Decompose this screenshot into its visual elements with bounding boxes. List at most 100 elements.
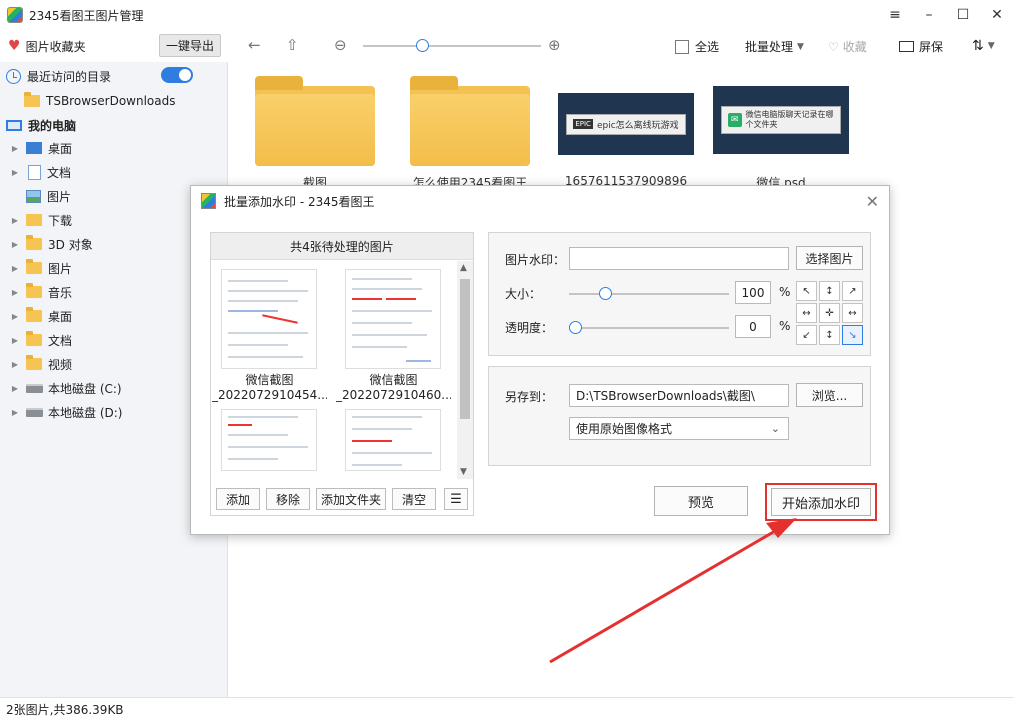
folder-icon <box>24 92 40 107</box>
app-logo-icon <box>7 7 23 23</box>
expand-arrow-icon[interactable]: ▶ <box>10 264 20 273</box>
menu-button[interactable]: ≡ <box>878 0 912 30</box>
sidebar-item-documents-2[interactable]: ▶ 文档 <box>10 329 72 351</box>
one-click-export-button[interactable]: 一键导出 <box>159 34 221 57</box>
file-list-scrollbar[interactable]: ▲ ▼ <box>457 261 473 479</box>
size-slider-track[interactable] <box>569 293 729 295</box>
browse-button[interactable]: 浏览... <box>796 383 863 407</box>
expand-arrow-icon[interactable]: ▶ <box>10 168 20 177</box>
sidebar-item-label: 本地磁盘 (C:) <box>48 381 122 396</box>
expand-arrow-icon[interactable]: ▶ <box>10 336 20 345</box>
expand-arrow-icon[interactable]: ▶ <box>10 240 20 249</box>
expand-arrow-icon[interactable]: ▶ <box>10 216 20 225</box>
sidebar-my-computer[interactable]: 我的电脑 <box>6 114 76 136</box>
sidebar-item-desktop[interactable]: ▶ 桌面 <box>10 137 72 159</box>
expand-arrow-icon[interactable]: ▶ <box>10 312 20 321</box>
sidebar-item-label: 图片 <box>48 261 73 276</box>
position-middle-right-icon[interactable]: ↔ <box>842 303 863 323</box>
format-dropdown[interactable]: 使用原始图像格式 ⌄ <box>569 417 789 440</box>
back-arrow-icon[interactable]: ← <box>248 36 261 54</box>
chevron-down-icon: ▼ <box>797 41 804 52</box>
batch-process-menu[interactable]: 批量处理 ▼ <box>745 38 804 55</box>
collect-button[interactable]: ♡ 收藏 <box>828 38 867 55</box>
favorites-button[interactable]: ♥ 图片收藏夹 <box>8 38 86 55</box>
sidebar-item-music[interactable]: ▶ 音乐 <box>10 281 72 303</box>
recent-toggle[interactable] <box>161 67 193 83</box>
file-thumbnail[interactable] <box>345 269 441 369</box>
preview-button[interactable]: 预览 <box>654 486 748 516</box>
size-value-input[interactable]: 100 <box>735 281 771 304</box>
image-thumbnail-content: EPIC epic怎么离线玩游戏 <box>566 113 686 135</box>
sidebar-item-pictures-2[interactable]: ▶ 图片 <box>10 257 72 279</box>
pc-label: 我的电脑 <box>28 118 77 133</box>
checkbox-box[interactable] <box>675 39 689 54</box>
download-icon <box>26 214 42 226</box>
position-top-center-icon[interactable]: ↕ <box>819 281 840 301</box>
zoom-out-icon[interactable]: ⊖ <box>334 36 347 54</box>
save-settings-panel: 另存到： D:\TSBrowserDownloads\截图\ 浏览... 使用原… <box>488 366 871 466</box>
up-folder-icon[interactable]: ⇧ <box>286 36 299 54</box>
expand-arrow-icon[interactable]: ▶ <box>10 360 20 369</box>
maximize-button[interactable]: ☐ <box>946 0 980 30</box>
position-top-right-icon[interactable]: ↗ <box>842 281 863 301</box>
opacity-slider-handle[interactable] <box>569 321 582 334</box>
sidebar-item-documents[interactable]: ▶ 文档 <box>10 161 71 183</box>
position-bottom-left-icon[interactable]: ↙ <box>796 325 817 345</box>
size-slider-handle[interactable] <box>599 287 612 300</box>
sidebar-item-label: TSBrowserDownloads <box>46 94 176 108</box>
list-view-icon[interactable]: ☰ <box>444 488 468 510</box>
status-bar: 2张图片,共386.39KB <box>0 697 1014 721</box>
position-center-icon[interactable]: ✛ <box>819 303 840 323</box>
file-caption-line2: _2022072910454... <box>212 388 327 402</box>
heart-outline-icon: ♡ <box>828 39 839 54</box>
position-bottom-right-icon[interactable]: ↘ <box>842 325 863 345</box>
start-watermark-button[interactable]: 开始添加水印 <box>771 488 871 516</box>
screensaver-button[interactable]: 屏保 <box>899 38 943 55</box>
add-button[interactable]: 添加 <box>216 488 260 510</box>
close-icon[interactable]: ✕ <box>866 192 879 211</box>
select-all-checkbox[interactable]: 全选 <box>675 38 719 55</box>
add-folder-button[interactable]: 添加文件夹 <box>316 488 386 510</box>
image-thumbnail: EPIC epic怎么离线玩游戏 <box>558 93 694 155</box>
opacity-value-input[interactable]: 0 <box>735 315 771 338</box>
expand-arrow-icon[interactable]: ▶ <box>10 384 20 393</box>
sidebar-item-pictures[interactable]: 图片 <box>10 185 71 207</box>
file-thumbnail[interactable] <box>221 409 317 471</box>
position-middle-left-icon[interactable]: ↔ <box>796 303 817 323</box>
sidebar-item-downloads[interactable]: ▶ 下载 <box>10 209 72 231</box>
sidebar-item-recent-0[interactable]: TSBrowserDownloads <box>24 90 175 112</box>
watermark-image-input[interactable] <box>569 247 789 270</box>
sidebar-item-3d[interactable]: ▶ 3D 对象 <box>10 233 93 255</box>
minimize-button[interactable]: – <box>912 0 946 30</box>
file-thumbnail[interactable] <box>221 269 317 369</box>
zoom-slider-track[interactable] <box>363 45 541 47</box>
expand-arrow-icon[interactable]: ▶ <box>10 288 20 297</box>
watermark-settings-panel: 图片水印： 选择图片 大小： 100 % 透明度： 0 % ↖ ↕ ↗ ↔ ✛ … <box>488 232 871 356</box>
save-path-input[interactable]: D:\TSBrowserDownloads\截图\ <box>569 384 789 407</box>
expand-arrow-icon[interactable]: ▶ <box>10 408 20 417</box>
sidebar-item-disk-d[interactable]: ▶ 本地磁盘 (D:) <box>10 401 123 423</box>
scroll-down-icon[interactable]: ▼ <box>460 467 467 477</box>
close-button[interactable]: ✕ <box>980 0 1014 30</box>
zoom-in-icon[interactable]: ⊕ <box>548 36 561 54</box>
document-icon <box>28 164 41 180</box>
sidebar-item-disk-c[interactable]: ▶ 本地磁盘 (C:) <box>10 377 122 399</box>
folder-icon <box>26 283 42 298</box>
sidebar-item-videos[interactable]: ▶ 视频 <box>10 353 72 375</box>
file-thumbnail[interactable] <box>345 409 441 471</box>
file-caption: 微信截图 _2022072910460... <box>336 373 451 403</box>
position-bottom-center-icon[interactable]: ↕ <box>819 325 840 345</box>
expand-arrow-icon[interactable]: ▶ <box>10 144 20 153</box>
zoom-slider-handle[interactable] <box>416 39 429 52</box>
scroll-up-icon[interactable]: ▲ <box>460 263 467 273</box>
opacity-slider-track[interactable] <box>569 327 729 329</box>
choose-image-button[interactable]: 选择图片 <box>796 246 863 270</box>
sidebar-item-desktop-2[interactable]: ▶ 桌面 <box>10 305 72 327</box>
sidebar-recent-header[interactable]: 最近访问的目录 <box>6 65 111 87</box>
sort-menu[interactable]: ⇅ ▼ <box>972 38 995 54</box>
scrollbar-thumb[interactable] <box>460 279 470 419</box>
clear-button[interactable]: 清空 <box>392 488 436 510</box>
remove-button[interactable]: 移除 <box>266 488 310 510</box>
batch-process-label: 批量处理 <box>745 40 794 54</box>
position-top-left-icon[interactable]: ↖ <box>796 281 817 301</box>
